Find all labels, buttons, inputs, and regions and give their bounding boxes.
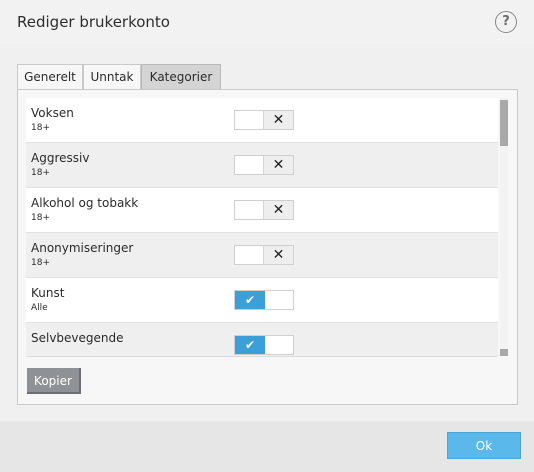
list-item: Alkohol og tobakk 18+ ✕ xyxy=(26,188,498,233)
category-age: 18+ xyxy=(31,258,50,268)
scrollbar-thumb[interactable] xyxy=(500,100,508,146)
help-icon[interactable]: ? xyxy=(495,11,517,33)
scrollbar-end[interactable] xyxy=(500,349,508,356)
list-item: Aggressiv 18+ ✕ xyxy=(26,143,498,188)
tab-unntak[interactable]: Unntak xyxy=(83,64,141,89)
list-item: Kunst Alle ✔ xyxy=(26,278,498,323)
category-list: Voksen 18+ ✕ Aggressiv 18+ ✕ Alkohol og … xyxy=(26,98,498,356)
category-name: Alkohol og tobakk xyxy=(31,196,139,210)
check-icon: ✔ xyxy=(235,291,265,309)
tab-generelt[interactable]: Generelt xyxy=(17,64,83,89)
close-icon: ✕ xyxy=(263,111,293,129)
ok-button[interactable]: Ok xyxy=(447,432,521,459)
category-name: Aggressiv xyxy=(31,151,90,165)
list-item: Voksen 18+ ✕ xyxy=(26,98,498,143)
category-age: 18+ xyxy=(31,168,50,178)
list-item: Selvbevegende ✔ xyxy=(26,323,498,356)
category-name: Voksen xyxy=(31,106,74,120)
list-item: Anonymiseringer 18+ ✕ xyxy=(26,233,498,278)
category-age: 18+ xyxy=(31,213,50,223)
category-toggle[interactable]: ✔ xyxy=(234,290,294,310)
category-toggle[interactable]: ✕ xyxy=(234,155,294,175)
category-age: 18+ xyxy=(31,123,50,133)
dialog-footer: Ok xyxy=(0,421,534,472)
category-name: Selvbevegende xyxy=(31,331,124,345)
category-toggle[interactable]: ✔ xyxy=(234,335,294,355)
close-icon: ✕ xyxy=(263,156,293,174)
category-toggle[interactable]: ✕ xyxy=(234,200,294,220)
category-name: Anonymiseringer xyxy=(31,241,134,255)
category-age: Alle xyxy=(31,303,48,313)
copy-button[interactable]: Kopier xyxy=(27,368,81,394)
tab-kategorier[interactable]: Kategorier xyxy=(141,64,221,89)
close-icon: ✕ xyxy=(263,201,293,219)
close-icon: ✕ xyxy=(263,246,293,264)
dialog-body: Generelt Unntak Kategorier Voksen 18+ ✕ … xyxy=(0,44,534,421)
category-toggle[interactable]: ✕ xyxy=(234,110,294,130)
dialog-title: Rediger brukerkonto xyxy=(17,13,170,31)
tab-panel-kategorier: Voksen 18+ ✕ Aggressiv 18+ ✕ Alkohol og … xyxy=(17,89,518,405)
category-name: Kunst xyxy=(31,286,65,300)
category-toggle[interactable]: ✕ xyxy=(234,245,294,265)
dialog-titlebar: Rediger brukerkonto ? xyxy=(0,0,534,44)
list-scrollbar[interactable] xyxy=(500,98,508,356)
check-icon: ✔ xyxy=(235,336,265,354)
divider xyxy=(26,356,498,357)
